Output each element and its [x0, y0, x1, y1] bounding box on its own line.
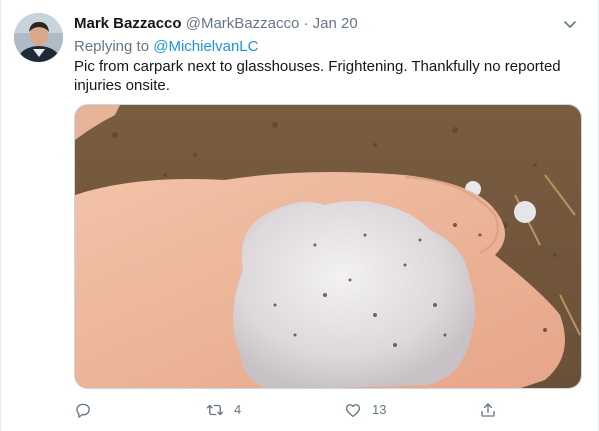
- tweet-text-line: Pic from carpark next to glasshouses. Fr…: [74, 58, 561, 75]
- tweet-actions: 4 13: [74, 396, 524, 424]
- avatar[interactable]: [14, 13, 63, 62]
- tweet-card[interactable]: Mark Bazzacco @MarkBazzacco · Jan 20 Rep…: [0, 0, 599, 431]
- reply-button[interactable]: [74, 396, 102, 424]
- separator-dot: ·: [303, 15, 309, 32]
- tweet-header: Mark Bazzacco @MarkBazzacco · Jan 20: [74, 14, 558, 34]
- avatar-photo: [14, 13, 63, 62]
- tweet-date[interactable]: Jan 20: [313, 15, 358, 32]
- like-count: 13: [372, 402, 387, 417]
- reply-handle-link[interactable]: @MichielvanLC: [153, 38, 258, 55]
- retweet-count: 4: [234, 402, 242, 417]
- replying-to-label: Replying to: [74, 38, 154, 55]
- retweet-button[interactable]: 4: [206, 396, 241, 424]
- hailstone-photo: [75, 105, 581, 388]
- replying-to-line: Replying to @MichielvanLC: [74, 37, 258, 57]
- tweet-text: Pic from carpark next to glasshouses. Fr…: [74, 57, 574, 95]
- author-name[interactable]: Mark Bazzacco: [74, 15, 182, 32]
- share-button[interactable]: [479, 396, 497, 424]
- share-icon: [481, 403, 495, 417]
- heart-icon: [345, 404, 361, 418]
- like-button[interactable]: 13: [344, 396, 386, 424]
- author-handle[interactable]: @MarkBazzacco: [186, 15, 300, 32]
- tweet-media-photo[interactable]: [74, 104, 582, 389]
- speech-bubble-icon: [76, 403, 90, 418]
- chevron-down-icon[interactable]: [562, 16, 578, 32]
- retweet-icon: [206, 404, 224, 416]
- tweet-text-line: injuries onsite.: [74, 77, 170, 94]
